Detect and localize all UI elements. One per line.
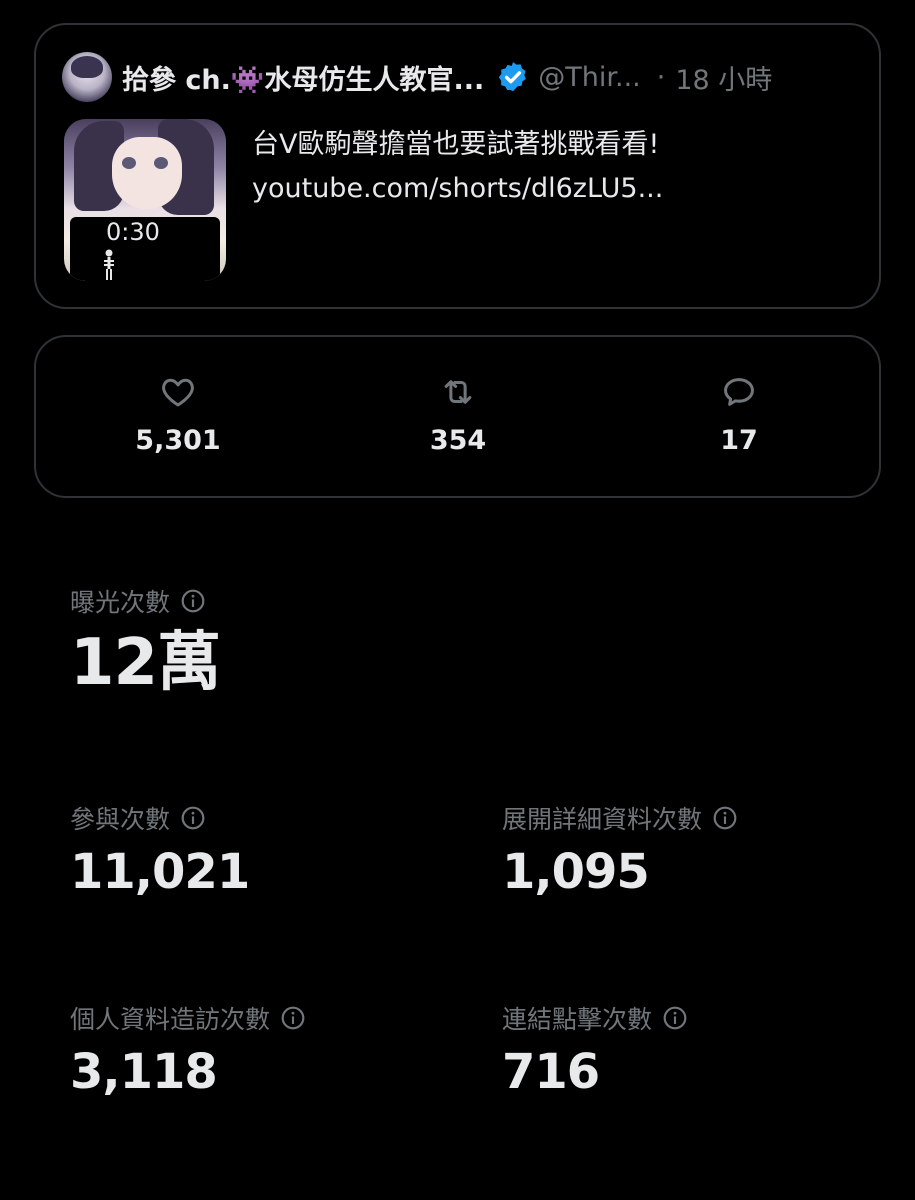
heart-icon [162,378,194,407]
info-icon[interactable] [180,805,206,831]
engagements-stat: 參與次數 11,021 [70,800,250,902]
info-icon[interactable] [280,1005,306,1031]
detail-expands-value: 1,095 [502,844,650,900]
link-clicks-value: 716 [502,1044,600,1100]
separator-dot: · [656,61,666,93]
info-icon[interactable] [662,1005,688,1031]
impressions-label: 曝光次數 [70,588,171,617]
engagements-value: 11,021 [70,844,250,900]
profile-visits-stat: 個人資料造訪次數 3,118 [70,1000,306,1102]
video-thumbnail[interactable]: 0:30 [64,119,226,281]
engagements-label: 參與次數 [70,805,171,834]
skeleton-sticker-icon [104,249,114,280]
info-icon[interactable] [712,805,738,831]
avatar[interactable] [62,52,112,102]
impressions-stat: 曝光次數 12萬 [70,583,221,701]
repost-count: 354 [429,425,487,456]
repost-icon [444,380,472,404]
display-name[interactable]: 拾參 ch.👾水母仿生人教官... [122,58,484,97]
detail-expands-stat: 展開詳細資料次數 1,095 [502,800,738,902]
reply-count: 17 [720,425,758,456]
repost-button[interactable]: 354 [388,373,528,456]
link-clicks-label: 連結點擊次數 [502,1005,653,1034]
like-button[interactable]: 5,301 [108,373,248,456]
reply-icon [724,378,754,406]
tweet-text-line: 台V歐駒聲擔當也要試著挑戰看看! [252,129,660,160]
engagement-card: 5,301 354 17 [34,335,881,498]
verified-badge-icon [499,62,527,92]
tweet-header: 拾參 ch.👾水母仿生人教官... @Thir... · 18 小時 [62,51,857,103]
timestamp[interactable]: 18 小時 [675,58,772,97]
link-clicks-stat: 連結點擊次數 716 [502,1000,688,1102]
tweet-card[interactable]: 拾參 ch.👾水母仿生人教官... @Thir... · 18 小時 0:30 … [34,23,881,309]
tweet-link[interactable]: youtube.com/shorts/dl6zLU5... [252,167,663,211]
like-count: 5,301 [135,425,221,456]
impressions-value: 12萬 [70,626,221,700]
info-icon[interactable] [180,588,206,614]
user-handle[interactable]: @Thir... [538,62,640,93]
reply-button[interactable]: 17 [669,373,809,456]
profile-visits-value: 3,118 [70,1044,218,1100]
video-duration: 0:30 [106,218,160,246]
detail-expands-label: 展開詳細資料次數 [502,805,703,834]
tweet-text: 台V歐駒聲擔當也要試著挑戰看看! youtube.com/shorts/dl6z… [252,123,663,211]
profile-visits-label: 個人資料造訪次數 [70,1005,271,1034]
